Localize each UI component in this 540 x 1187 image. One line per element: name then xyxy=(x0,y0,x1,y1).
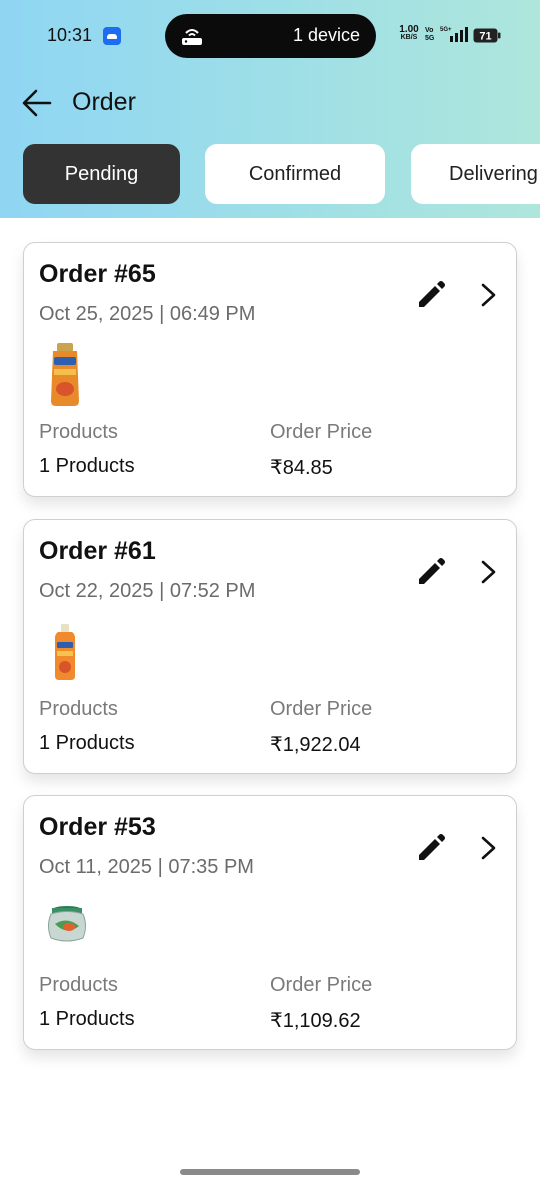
network-speed: 1.00 KB/S xyxy=(399,24,419,42)
products-label: Products xyxy=(39,698,118,720)
products-label: Products xyxy=(39,421,118,443)
signal-icon: 5G+ xyxy=(440,27,468,42)
edit-pencil-icon[interactable] xyxy=(416,557,446,587)
order-card[interactable]: Order #65 Oct 25, 2025 | 06:49 PM Produc… xyxy=(23,242,517,497)
products-count: 1 Products xyxy=(39,732,135,754)
order-date: Oct 22, 2025 | 07:52 PM xyxy=(39,580,256,602)
products-count: 1 Products xyxy=(39,1008,135,1030)
volte-indicator: Vo 5G xyxy=(425,27,435,42)
order-price-label: Order Price xyxy=(270,698,373,720)
order-card[interactable]: Order #53 Oct 11, 2025 | 07:35 PM Produc… xyxy=(23,795,517,1050)
chevron-right-icon[interactable] xyxy=(476,557,500,587)
header-background: 10:31 1 device 1.00 KB/S Vo 5G 5G+ 71 Or… xyxy=(0,0,540,218)
order-title: Order #65 xyxy=(39,260,156,288)
order-price: ₹84.85 xyxy=(270,457,333,479)
chevron-right-icon[interactable] xyxy=(476,280,500,310)
chevron-right-icon[interactable] xyxy=(476,833,500,863)
order-card[interactable]: Order #61 Oct 22, 2025 | 07:52 PM Produc… xyxy=(23,519,517,774)
home-indicator[interactable] xyxy=(180,1169,360,1175)
status-time: 10:31 xyxy=(47,25,93,45)
tab-delivering[interactable]: Delivering xyxy=(411,144,540,204)
product-thumbnail xyxy=(48,906,86,942)
dynamic-island[interactable]: 1 device xyxy=(165,14,376,58)
order-date: Oct 25, 2025 | 06:49 PM xyxy=(39,303,256,325)
order-title: Order #53 xyxy=(39,813,156,841)
tab-confirmed[interactable]: Confirmed xyxy=(205,144,385,204)
page-title: Order xyxy=(72,88,136,116)
back-arrow-icon[interactable] xyxy=(20,87,54,119)
battery-icon: 71 xyxy=(473,28,501,43)
status-bar: 10:31 1 device 1.00 KB/S Vo 5G 5G+ 71 xyxy=(0,0,540,70)
order-price: ₹1,109.62 xyxy=(270,1010,361,1032)
order-price: ₹1,922.04 xyxy=(270,734,361,756)
router-icon xyxy=(182,29,202,45)
edit-pencil-icon[interactable] xyxy=(416,280,446,310)
order-date: Oct 11, 2025 | 07:35 PM xyxy=(39,856,254,878)
products-count: 1 Products xyxy=(39,455,135,477)
order-price-label: Order Price xyxy=(270,974,373,996)
product-thumbnail xyxy=(51,343,79,406)
products-label: Products xyxy=(39,974,118,996)
device-count: 1 device xyxy=(292,25,360,45)
svg-text:5G+: 5G+ xyxy=(440,27,452,33)
order-title: Order #61 xyxy=(39,537,156,565)
order-price-label: Order Price xyxy=(270,421,373,443)
edit-pencil-icon[interactable] xyxy=(416,833,446,863)
tab-pending[interactable]: Pending xyxy=(23,144,180,204)
svg-text:71: 71 xyxy=(479,31,491,43)
app-notification-icon xyxy=(103,27,121,45)
product-thumbnail xyxy=(55,624,75,680)
order-status-tabs: Pending Confirmed Delivering xyxy=(0,144,540,205)
